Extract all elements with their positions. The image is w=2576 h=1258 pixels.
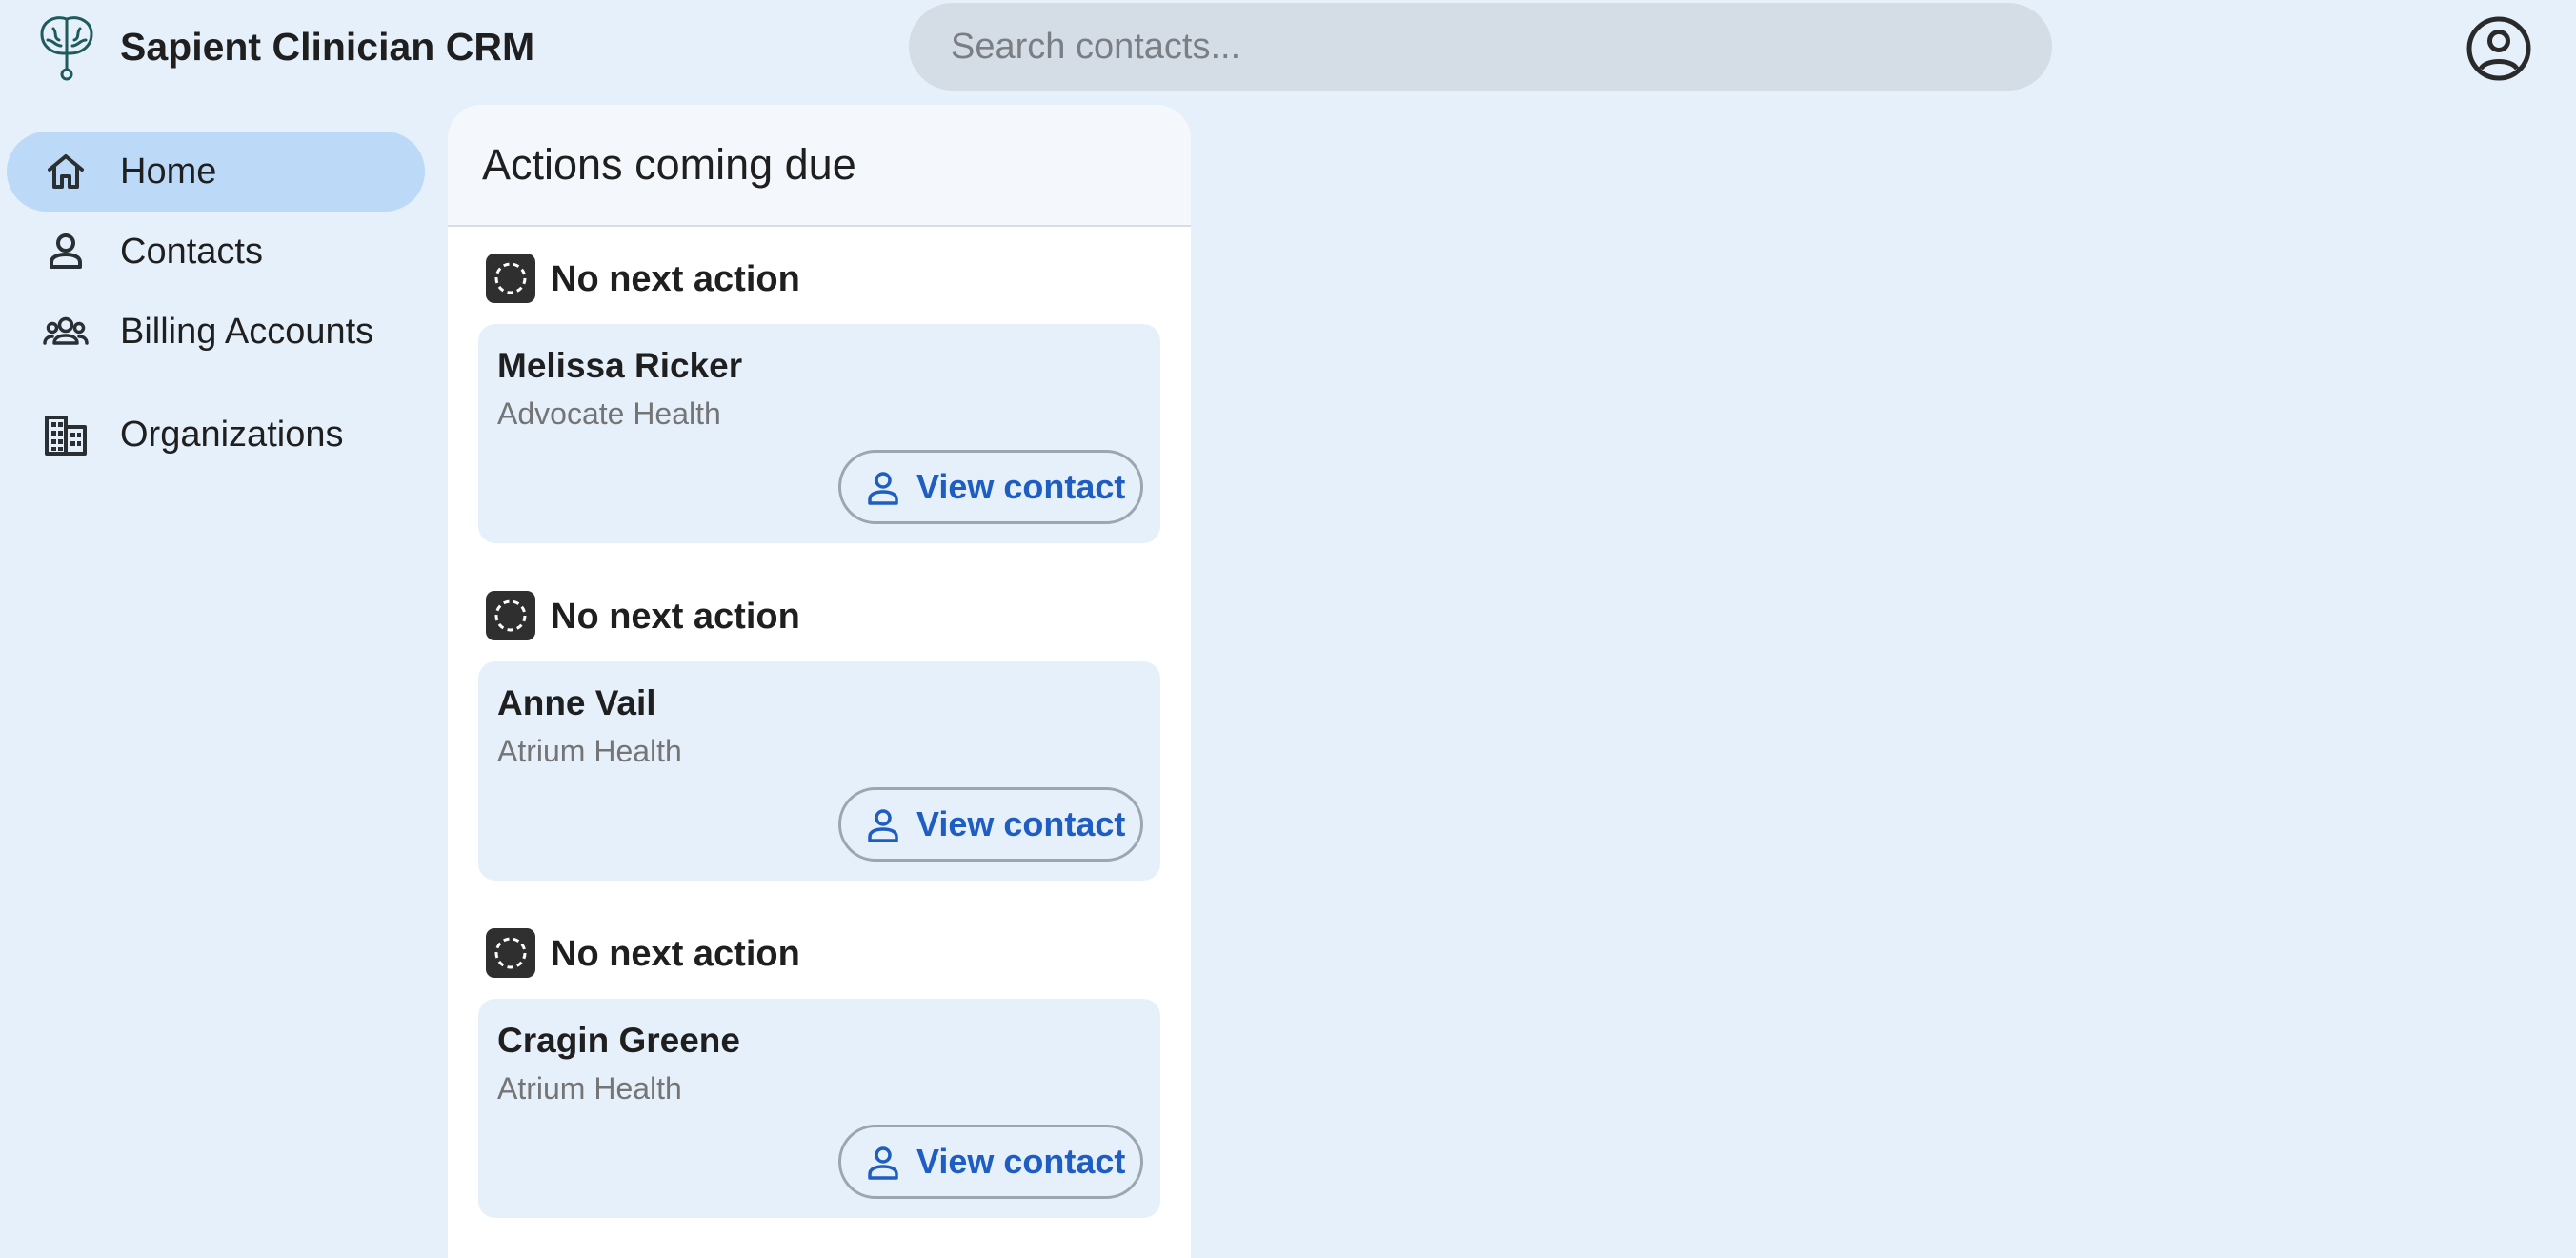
view-contact-button[interactable]: View contact: [838, 450, 1143, 524]
contact-card: Cragin Greene Atrium Health View contact: [478, 999, 1160, 1218]
person-icon: [868, 809, 898, 842]
building-icon: [45, 416, 87, 456]
view-contact-button[interactable]: View contact: [838, 787, 1143, 862]
sidebar-item-label: Organizations: [120, 415, 344, 455]
view-contact-label: View contact: [916, 467, 1126, 506]
top-bar: Sapient Clinician CRM: [0, 0, 2576, 95]
home-icon: [48, 154, 84, 189]
dashed-circle-icon: [486, 928, 535, 978]
actions-panel: Actions coming due No next action Meliss…: [448, 105, 1191, 1258]
sidebar-item-home[interactable]: Home: [7, 132, 425, 212]
dashed-circle-icon: [486, 591, 535, 640]
contact-name: Melissa Ricker: [497, 346, 743, 385]
dashed-circle-icon: [486, 254, 535, 303]
group-icon: [43, 316, 89, 345]
status-text: No next action: [551, 597, 800, 637]
view-contact-label: View contact: [916, 804, 1126, 843]
sidebar-item-label: Billing Accounts: [120, 312, 374, 352]
panel-header: Actions coming due: [448, 105, 1191, 227]
view-contact-label: View contact: [916, 1142, 1126, 1181]
sidebar-item-label: Contacts: [120, 232, 263, 272]
contact-name: Cragin Greene: [497, 1021, 740, 1060]
person-icon: [868, 472, 898, 505]
contact-name: Anne Vail: [497, 683, 656, 722]
status-text: No next action: [551, 934, 800, 974]
search-input[interactable]: [909, 3, 2052, 91]
contact-organization: Atrium Health: [497, 1071, 682, 1106]
brain-stethoscope-icon: [40, 16, 93, 81]
person-icon: [50, 233, 82, 269]
sidebar-item-contacts[interactable]: Contacts: [7, 212, 425, 292]
app-title: Sapient Clinician CRM: [120, 25, 535, 69]
sidebar-item-organizations[interactable]: Organizations: [7, 395, 425, 475]
contact-organization: Advocate Health: [497, 396, 721, 431]
account-circle-icon[interactable]: [2465, 15, 2532, 82]
contact-organization: Atrium Health: [497, 734, 682, 768]
person-icon: [868, 1146, 898, 1180]
view-contact-button[interactable]: View contact: [838, 1125, 1143, 1199]
sidebar-item-label: Home: [120, 152, 217, 192]
contact-card: Anne Vail Atrium Health View contact: [478, 661, 1160, 881]
sidebar-item-billing-accounts[interactable]: Billing Accounts: [7, 292, 425, 372]
panel-title: Actions coming due: [482, 140, 856, 189]
status-text: No next action: [551, 259, 800, 299]
contact-card: Melissa Ricker Advocate Health View cont…: [478, 324, 1160, 543]
